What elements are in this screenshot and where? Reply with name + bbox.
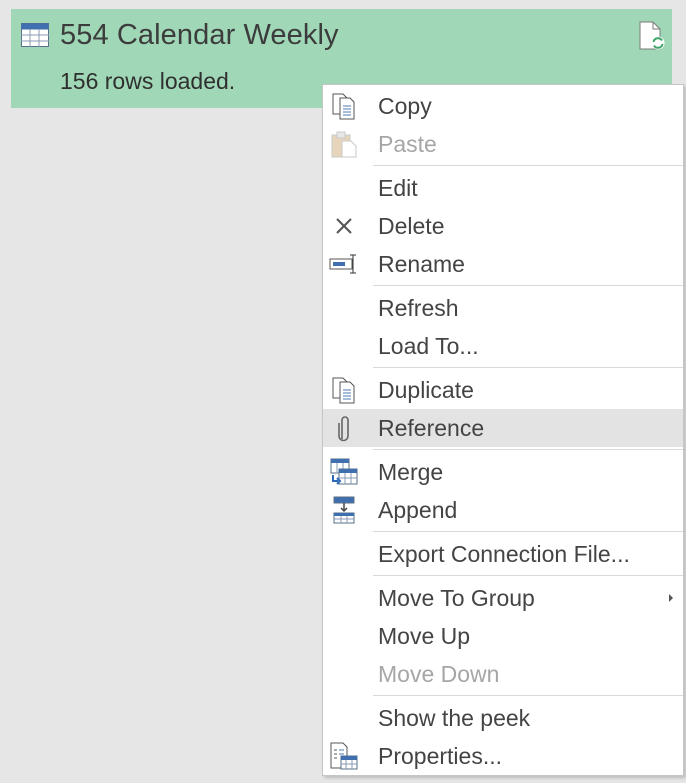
- menu-separator: [373, 695, 683, 696]
- menu-separator: [373, 367, 683, 368]
- paste-icon: [331, 131, 357, 158]
- menu-item-edit[interactable]: Edit: [323, 169, 683, 207]
- menu-item-reference[interactable]: Reference: [323, 409, 683, 447]
- menu-item-export-connection-file[interactable]: Export Connection File...: [323, 535, 683, 573]
- document-refresh-icon[interactable]: [638, 21, 666, 51]
- menu-separator: [373, 531, 683, 532]
- menu-item-label: Rename: [378, 251, 465, 277]
- query-title: 554 Calendar Weekly: [60, 19, 339, 51]
- menu-item-append[interactable]: Append: [323, 491, 683, 529]
- menu-item-merge[interactable]: Merge: [323, 453, 683, 491]
- menu-item-label: Export Connection File...: [378, 541, 630, 567]
- menu-item-label: Load To...: [378, 333, 479, 359]
- menu-item-label: Move Up: [378, 623, 471, 649]
- menu-item-paste[interactable]: Paste: [323, 125, 683, 163]
- menu-separator: [373, 165, 683, 166]
- menu-item-show-the-peek[interactable]: Show the peek: [323, 699, 683, 737]
- menu-item-label: Show the peek: [378, 705, 531, 731]
- menu-item-move-up[interactable]: Move Up: [323, 617, 683, 655]
- menu-item-move-down[interactable]: Move Down: [323, 655, 683, 693]
- append-icon: [333, 496, 355, 524]
- copy-icon: [332, 93, 355, 120]
- menu-item-label: Refresh: [378, 295, 459, 321]
- menu-item-label: Copy: [378, 93, 432, 119]
- submenu-arrow-icon: [669, 594, 673, 602]
- menu-item-label: Merge: [378, 459, 444, 485]
- delete-icon: [336, 218, 352, 234]
- menu-item-label: Edit: [378, 175, 418, 201]
- menu-item-rename[interactable]: Rename: [323, 245, 683, 283]
- menu-item-load-to[interactable]: Load To...: [323, 327, 683, 365]
- menu-item-duplicate[interactable]: Duplicate: [323, 371, 683, 409]
- menu-item-label: Append: [378, 497, 458, 523]
- context-menu: Copy Paste Edit Delete Rename Refresh Lo…: [322, 84, 684, 776]
- menu-item-label: Move Down: [378, 661, 500, 687]
- menu-item-refresh[interactable]: Refresh: [323, 289, 683, 327]
- menu-separator: [373, 285, 683, 286]
- menu-item-delete[interactable]: Delete: [323, 207, 683, 245]
- menu-item-label: Paste: [378, 131, 437, 157]
- reference-icon: [338, 416, 349, 442]
- menu-item-copy[interactable]: Copy: [323, 87, 683, 125]
- menu-item-label: Delete: [378, 213, 445, 239]
- merge-icon: [330, 458, 358, 485]
- menu-item-label: Move To Group: [378, 585, 535, 611]
- menu-item-move-to-group[interactable]: Move To Group: [323, 579, 683, 617]
- menu-separator: [373, 575, 683, 576]
- duplicate-icon: [332, 377, 355, 404]
- table-icon: [21, 23, 49, 47]
- query-status: 156 rows loaded.: [60, 68, 236, 94]
- properties-icon: [330, 742, 358, 770]
- menu-item-label: Duplicate: [378, 377, 474, 403]
- menu-item-label: Reference: [378, 415, 485, 441]
- rename-icon: [329, 254, 356, 274]
- menu-separator: [373, 449, 683, 450]
- menu-item-label: Properties...: [378, 743, 502, 769]
- menu-item-properties[interactable]: Properties...: [323, 737, 683, 775]
